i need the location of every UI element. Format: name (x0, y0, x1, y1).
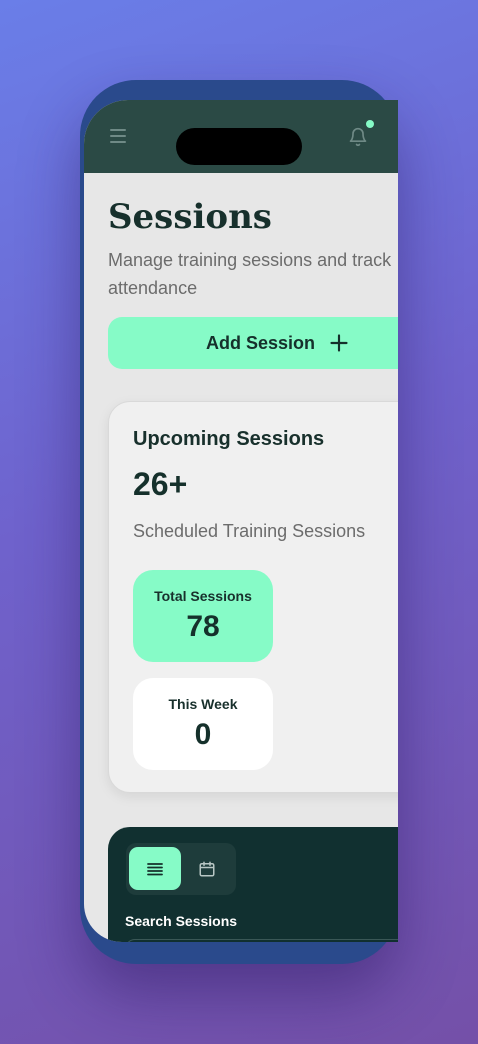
stat-label: Total Sessions (154, 588, 252, 604)
notification-dot (366, 120, 374, 128)
calendar-view-button[interactable] (181, 847, 233, 890)
hamburger-menu-icon[interactable] (110, 129, 126, 143)
list-view-button[interactable] (129, 847, 181, 890)
upcoming-sessions-card: Upcoming Sessions 26+ Scheduled Training… (108, 401, 398, 793)
bell-icon[interactable] (348, 126, 368, 148)
stat-value: 0 (194, 718, 212, 751)
stat-value: 78 (186, 610, 220, 643)
app-screen: Sessions Manage training sessions and tr… (84, 100, 398, 942)
list-icon (147, 862, 163, 875)
total-sessions-stat: Total Sessions 78 (133, 570, 273, 662)
main-content: Sessions Manage training sessions and tr… (84, 173, 398, 942)
add-session-label: Add Session (206, 332, 316, 353)
card-title: Upcoming Sessions (133, 428, 325, 450)
card-description: Scheduled Training Sessions (133, 521, 366, 541)
plus-icon (330, 334, 348, 352)
top-bar (84, 100, 398, 173)
filter-panel: Search Sessions (108, 827, 398, 942)
search-label: Search Sessions (125, 913, 238, 929)
this-week-stat: This Week 0 (133, 678, 273, 770)
upcoming-count: 26+ (133, 466, 188, 502)
view-toggle (126, 843, 236, 895)
calendar-icon (199, 861, 215, 876)
search-input[interactable] (125, 939, 398, 942)
page-title: Sessions (108, 197, 272, 237)
add-session-button[interactable]: Add Session (108, 317, 398, 369)
dynamic-island (176, 128, 302, 165)
stat-label: This Week (168, 696, 238, 712)
page-subtitle: Manage training sessions and track atten… (108, 250, 392, 298)
